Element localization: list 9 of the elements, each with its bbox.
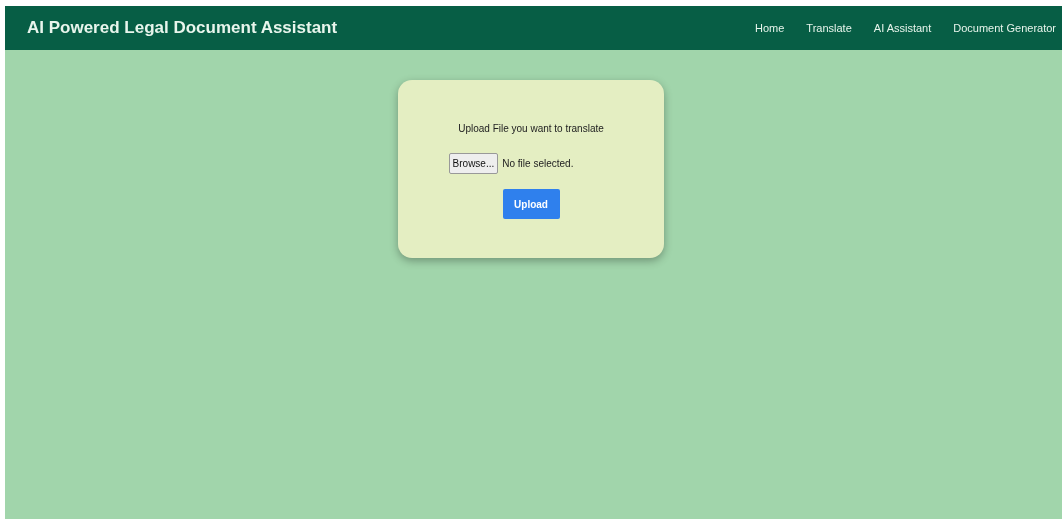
browse-button[interactable]: Browse...: [448, 153, 499, 174]
upload-button[interactable]: Upload: [502, 189, 560, 219]
app-title: AI Powered Legal Document Assistant: [27, 17, 338, 40]
nav-link[interactable]: Translate: [806, 19, 852, 37]
nav-link[interactable]: Document Generator: [953, 19, 1056, 37]
nav-link[interactable]: AI Assistant: [873, 19, 932, 37]
upload-prompt: Upload File you want to translate: [458, 122, 604, 136]
nav-link[interactable]: Home: [755, 19, 785, 37]
file-status: No file selected.: [502, 157, 574, 171]
